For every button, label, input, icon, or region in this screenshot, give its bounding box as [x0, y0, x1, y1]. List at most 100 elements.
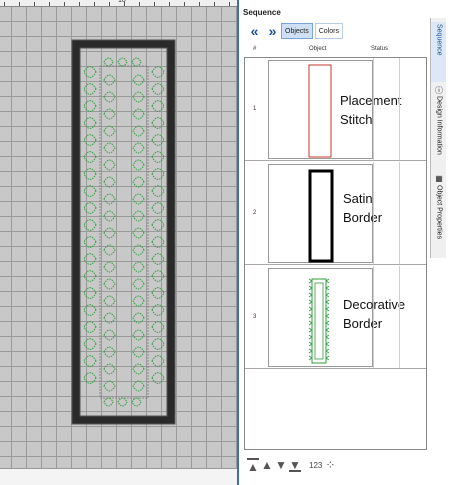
- move-down-icon[interactable]: ▼: [275, 458, 287, 472]
- back-icon[interactable]: «: [245, 23, 261, 39]
- design-artwork[interactable]: [0, 0, 237, 485]
- leaf-stitch: [103, 278, 116, 290]
- leaf-stitch: [132, 91, 145, 103]
- leaf-stitch: [132, 329, 145, 341]
- table-row[interactable]: 3 Decorative Border: [245, 266, 426, 369]
- leaf-stitch: [151, 168, 165, 180]
- leaf-stitch: [103, 193, 116, 205]
- leaf-stitch: [83, 338, 97, 350]
- leaf-stitch: [103, 74, 116, 86]
- table-row[interactable]: 1 Placement Stitch: [245, 58, 426, 161]
- leaf-stitch: [151, 236, 165, 248]
- leaf-stitch: [83, 185, 97, 197]
- design-canvas[interactable]: 10: [0, 0, 237, 485]
- leaf-stitch: [103, 295, 116, 307]
- tab-design-information[interactable]: ⓘ Design Information: [431, 84, 447, 170]
- leaf-stitch: [132, 142, 145, 154]
- leaf-stitch: [151, 100, 165, 112]
- leaf-stitch: [83, 151, 97, 163]
- object-thumbnail[interactable]: Satin Border: [268, 164, 382, 263]
- move-last-icon[interactable]: ▼: [289, 458, 301, 472]
- leaf-stitch: [132, 125, 145, 137]
- tab-colors[interactable]: Colors: [314, 23, 343, 39]
- column-object: Object: [309, 46, 327, 52]
- panel-toolbar: « » Objects Colors: [245, 22, 343, 40]
- row-number: 2: [253, 210, 257, 216]
- leaf-stitch: [132, 244, 145, 256]
- sequence-toolbar: ▲ ▲ ▼ ▼ 123 ⁘: [244, 454, 427, 476]
- column-status: Status: [371, 46, 389, 52]
- tab-sequence[interactable]: Sequence: [431, 22, 447, 82]
- leaf-stitch: [131, 57, 142, 67]
- leaf-stitch: [151, 151, 165, 163]
- canvas-status-bar: [0, 468, 237, 485]
- placement-stitch-shape: [99, 65, 149, 399]
- side-tab-strip: Sequence ⓘ Design Information ▦ Object P…: [430, 18, 447, 258]
- leaf-stitch: [83, 202, 97, 214]
- leaf-stitch: [151, 219, 165, 231]
- object-label: Placement Stitch: [340, 93, 402, 127]
- tab-objects[interactable]: Objects: [281, 23, 313, 39]
- leaf-stitch: [151, 185, 165, 197]
- leaf-stitch: [83, 168, 97, 180]
- leaf-stitch: [132, 278, 145, 290]
- leaf-stitch: [151, 253, 165, 265]
- leaf-stitch: [151, 83, 165, 95]
- leaf-stitch: [83, 321, 97, 333]
- forward-icon[interactable]: »: [263, 23, 279, 39]
- leaf-stitch: [132, 210, 145, 222]
- table-row[interactable]: 2 Satin Border: [245, 162, 426, 265]
- leaf-stitch: [151, 134, 165, 146]
- leaf-stitch: [132, 295, 145, 307]
- leaf-stitch: [151, 202, 165, 214]
- column-number: #: [253, 46, 257, 52]
- leaf-stitch: [83, 219, 97, 231]
- leaf-stitch: [103, 329, 116, 341]
- leaf-stitch: [103, 125, 116, 137]
- leaf-stitch: [103, 227, 116, 239]
- leaf-stitch: [151, 66, 165, 78]
- leaf-stitch: [103, 244, 116, 256]
- leaf-stitch: [83, 117, 97, 129]
- leaf-stitch: [151, 372, 165, 384]
- leaf-stitch: [103, 312, 116, 324]
- panel-title: Sequence: [243, 8, 281, 17]
- leaf-stitch: [103, 57, 114, 67]
- leaf-stitch: [151, 321, 165, 333]
- leaf-stitch: [103, 380, 116, 392]
- leaf-stitch: [103, 261, 116, 273]
- leaf-stitch: [103, 397, 114, 407]
- leaf-stitch: [132, 193, 145, 205]
- object-thumbnail[interactable]: Placement Stitch: [268, 60, 401, 159]
- leaf-stitch: [132, 159, 145, 171]
- leaf-stitch: [132, 108, 145, 120]
- leaf-stitch: [83, 270, 97, 282]
- leaf-stitch: [83, 304, 97, 316]
- leaf-stitch: [83, 372, 97, 384]
- move-first-icon[interactable]: ▲: [247, 458, 259, 474]
- leaf-stitch: [103, 210, 116, 222]
- object-thumbnail[interactable]: Decorative Border: [268, 268, 405, 367]
- resequence-button[interactable]: 123: [309, 461, 322, 470]
- object-label: Satin Border: [343, 191, 383, 225]
- leaf-stitch: [103, 346, 116, 358]
- leaf-stitch: [117, 57, 128, 67]
- move-up-icon[interactable]: ▲: [261, 458, 273, 472]
- leaf-stitch: [83, 236, 97, 248]
- sequence-tool-icon[interactable]: ⁘: [324, 458, 336, 472]
- leaf-stitch: [151, 338, 165, 350]
- leaf-stitch: [151, 355, 165, 367]
- info-icon: ⓘ: [434, 86, 444, 94]
- tab-object-properties[interactable]: ▦ Object Properties: [431, 172, 447, 256]
- window-edge: [446, 0, 456, 485]
- row-number: 3: [253, 314, 257, 320]
- sequence-table[interactable]: 1 Placement Stitch 2 Satin Border 3 Deco…: [244, 57, 427, 450]
- leaf-stitch: [132, 227, 145, 239]
- table-header: # Object Status: [244, 44, 427, 56]
- leaf-stitch: [83, 355, 97, 367]
- properties-icon: ▦: [434, 174, 444, 183]
- leaf-stitch: [151, 270, 165, 282]
- row-number: 1: [253, 106, 257, 112]
- leaf-stitch: [83, 100, 97, 112]
- leaf-stitch: [103, 159, 116, 171]
